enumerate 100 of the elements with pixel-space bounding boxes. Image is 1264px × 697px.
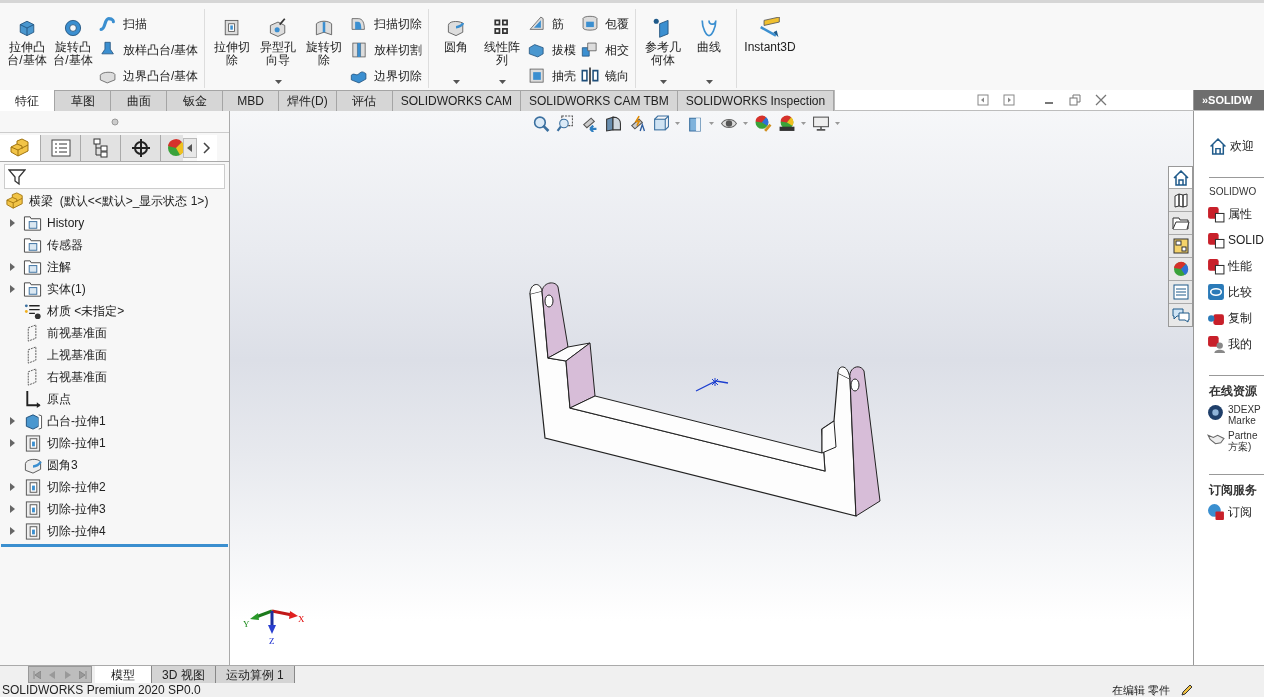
ribbon-button[interactable]: 旋转切除 xyxy=(303,9,346,67)
task-pane-link[interactable]: 订阅 xyxy=(1228,503,1252,521)
ribbon-tab[interactable]: 焊件(D) xyxy=(279,90,337,111)
task-pane-link[interactable]: 比较 xyxy=(1228,283,1252,301)
ribbon-button[interactable]: 包覆 xyxy=(580,13,630,35)
ribbon-button[interactable]: 拉伸切除 xyxy=(211,9,254,67)
tree-item[interactable]: 圆角3 xyxy=(47,456,78,474)
ribbon-button[interactable]: 放样凸台/基体 xyxy=(98,39,199,61)
ribbon-button[interactable]: 筋 xyxy=(527,13,577,35)
tree-item[interactable]: 切除-拉伸2 xyxy=(47,478,106,496)
ribbon-button[interactable]: 拉伸凸台/基体 xyxy=(6,9,48,67)
tree-item[interactable]: 传感器 xyxy=(47,236,83,254)
ribbon-button[interactable]: 镜向 xyxy=(580,65,630,87)
ribbon-button[interactable]: 边界凸台/基体 xyxy=(98,65,199,87)
tree-item[interactable]: 右视基准面 xyxy=(47,368,107,386)
expand-arrow-icon[interactable] xyxy=(9,285,15,293)
expand-arrow-icon[interactable] xyxy=(9,527,15,535)
ribbon-tab[interactable]: 草图 xyxy=(55,90,111,111)
ribbon-button[interactable]: 圆角 xyxy=(435,9,478,54)
task-pane-link[interactable]: 复制 xyxy=(1228,309,1252,327)
expand-arrow-icon[interactable] xyxy=(9,505,15,513)
tree-item[interactable]: 切除-拉伸3 xyxy=(47,500,106,518)
color-pencil-icon[interactable] xyxy=(754,115,772,132)
tree-item[interactable]: 上视基准面 xyxy=(47,346,107,364)
tree-item[interactable]: 原点 xyxy=(47,390,71,408)
task-pane-link[interactable]: Partne 方案) xyxy=(1228,430,1258,452)
scene-icon[interactable] xyxy=(778,115,796,132)
tree-item[interactable]: 注解 xyxy=(47,258,71,276)
task-pane-link[interactable]: 性能 xyxy=(1228,257,1252,275)
ribbon-tab[interactable]: 钣金 xyxy=(167,90,223,111)
caret-down-icon[interactable] xyxy=(452,80,460,84)
binoculars-arrow-icon[interactable] xyxy=(580,115,598,132)
expand-arrow-icon[interactable] xyxy=(9,219,15,227)
zoom-area-icon[interactable] xyxy=(556,115,574,132)
home-tab[interactable] xyxy=(1169,167,1192,189)
task-pane-link[interactable]: SOLID xyxy=(1228,231,1264,249)
ribbon-button[interactable]: 参考几何体 xyxy=(642,9,685,67)
ribbon-button[interactable]: 曲线 xyxy=(688,9,731,54)
model-tab[interactable]: 运动算例 1 xyxy=(215,666,295,683)
task-pane-link[interactable]: 属性 xyxy=(1228,205,1252,223)
tree-item[interactable]: History xyxy=(47,214,85,232)
task-pane-link[interactable]: 3DEXP Marke xyxy=(1228,404,1261,426)
zoom-fit-icon[interactable] xyxy=(532,115,550,132)
close-icon[interactable] xyxy=(1095,94,1107,106)
monitor-icon[interactable] xyxy=(812,115,830,132)
model-tab[interactable]: 模型 xyxy=(95,666,152,683)
ribbon-button[interactable]: 扫描切除 xyxy=(349,13,423,35)
section-view-icon[interactable] xyxy=(604,115,622,132)
view-palette-tab[interactable] xyxy=(1169,235,1192,258)
scroll-right-button[interactable] xyxy=(197,135,217,161)
tree-item[interactable]: 前视基准面 xyxy=(47,324,107,342)
ribbon-tab[interactable]: SOLIDWORKS Inspection xyxy=(677,90,835,111)
ribbon-tab[interactable]: 评估 xyxy=(336,90,393,111)
task-pane-link[interactable]: 我的 xyxy=(1228,335,1252,353)
tile-left-icon[interactable] xyxy=(977,94,989,106)
property-manager-tab[interactable] xyxy=(41,135,81,161)
ribbon-button[interactable]: 扫描 xyxy=(98,13,199,35)
tree-item[interactable]: 凸台-拉伸1 xyxy=(47,412,106,430)
feature-manager-tab[interactable] xyxy=(0,135,41,161)
caret-down-icon[interactable] xyxy=(659,80,667,84)
lightning-binoculars-icon[interactable] xyxy=(628,115,646,132)
ribbon-button[interactable]: 线性阵列 xyxy=(481,9,524,67)
shaded-cube-icon[interactable] xyxy=(686,115,704,132)
caret-down-icon[interactable] xyxy=(274,80,282,84)
caret-down-icon[interactable] xyxy=(705,80,713,84)
ribbon-tab[interactable]: 曲面 xyxy=(111,90,167,111)
display-manager-tab[interactable] xyxy=(161,135,183,161)
filter-field[interactable] xyxy=(4,164,225,189)
scroll-left-button[interactable] xyxy=(183,138,197,158)
tree-item[interactable]: 切除-拉伸4 xyxy=(47,522,106,540)
ribbon-tab[interactable]: MBD xyxy=(223,90,279,111)
ribbon-button[interactable]: 旋转凸台/基体 xyxy=(52,9,94,67)
ribbon-tab[interactable]: SOLIDWORKS CAM TBM xyxy=(521,90,678,111)
ribbon-button[interactable]: 拔模 xyxy=(527,39,577,61)
custom-properties-tab[interactable] xyxy=(1169,281,1192,304)
ribbon-button[interactable]: 相交 xyxy=(580,39,630,61)
grip-icon[interactable] xyxy=(110,117,119,126)
tile-right-icon[interactable] xyxy=(1003,94,1015,106)
expand-arrow-icon[interactable] xyxy=(9,483,15,491)
welcome-link[interactable]: 欢迎 xyxy=(1230,137,1254,155)
tree-item[interactable]: 切除-拉伸1 xyxy=(47,434,106,452)
ribbon-button[interactable]: Instant3D xyxy=(743,9,797,54)
expand-arrow-icon[interactable] xyxy=(9,417,15,425)
tree-item[interactable]: 实体(1) xyxy=(47,280,86,298)
dimxpert-tab[interactable] xyxy=(121,135,161,161)
caret-down-icon[interactable] xyxy=(498,80,506,84)
ribbon-button[interactable]: 边界切除 xyxy=(349,65,423,87)
tree-root-label[interactable]: 横梁 (默认<<默认>_显示状态 1>) xyxy=(29,192,209,210)
view-cube-icon[interactable] xyxy=(652,115,670,132)
ribbon-tab[interactable]: SOLIDWORKS CAM xyxy=(392,90,522,111)
model-tab[interactable]: 3D 视图 xyxy=(152,666,216,683)
ribbon-button[interactable]: 抽壳 xyxy=(527,65,577,87)
ribbon-button[interactable]: 放样切割 xyxy=(349,39,423,61)
expand-arrow-icon[interactable] xyxy=(9,439,15,447)
configuration-manager-tab[interactable] xyxy=(81,135,121,161)
restore-icon[interactable] xyxy=(1069,94,1081,106)
ribbon-tab[interactable]: 特征 xyxy=(0,90,55,111)
expand-arrow-icon[interactable] xyxy=(9,263,15,271)
tree-item[interactable]: 材质 <未指定> xyxy=(47,302,125,320)
ribbon-button[interactable]: 异型孔向导 xyxy=(257,9,300,67)
